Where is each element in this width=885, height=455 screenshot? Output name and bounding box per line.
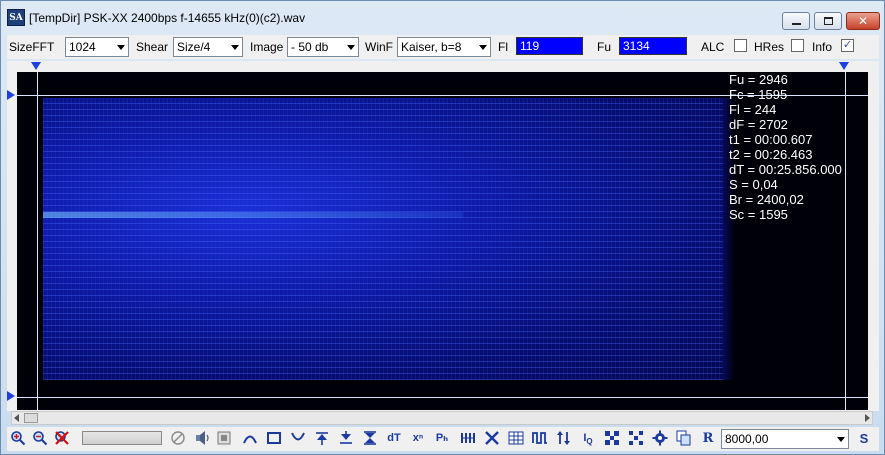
info-checkbox[interactable]: ✓ xyxy=(841,39,854,52)
minimize-icon xyxy=(792,23,801,25)
left-time-marker-icon[interactable] xyxy=(31,62,41,70)
circle-slash-icon[interactable] xyxy=(169,430,187,447)
zoom-value: 8000,00 xyxy=(725,432,769,446)
zoom-in-icon[interactable] xyxy=(9,430,27,447)
chevron-down-icon xyxy=(479,45,487,50)
chevron-down-icon xyxy=(837,437,845,442)
sizefft-label: SizeFFT xyxy=(9,40,55,54)
rect-icon[interactable] xyxy=(265,430,283,447)
sizefft-value: 1024 xyxy=(69,40,96,54)
speaker-icon[interactable] xyxy=(193,430,211,447)
close-button[interactable]: ✕ xyxy=(846,12,880,30)
grid-icon[interactable] xyxy=(507,430,525,447)
cross-icon[interactable] xyxy=(483,430,501,447)
check-mark-icon: ✓ xyxy=(842,39,853,51)
spectrogram-panel: Fu = 2946 Fc = 1595 Fl = 244 dF = 2702 t… xyxy=(7,61,879,411)
p-sub-h-icon[interactable]: Pₕ xyxy=(433,430,451,447)
minimize-button[interactable] xyxy=(782,12,810,30)
chevron-down-icon xyxy=(347,45,355,50)
image-select[interactable]: - 50 db xyxy=(287,37,359,57)
window-title: [TempDir] PSK-XX 2400bps f-14655 kHz(0)(… xyxy=(29,11,306,25)
shear-value: Size/4 xyxy=(177,40,211,54)
info-sc: Sc = 1595 xyxy=(729,207,788,222)
bars-icon[interactable] xyxy=(459,430,477,447)
title-bar[interactable]: SA [TempDir] PSK-XX 2400bps f-14655 kHz(… xyxy=(1,1,884,34)
winf-select[interactable]: Kaiser, b=8 xyxy=(397,37,491,57)
upper-freq-marker-icon[interactable] xyxy=(7,90,15,100)
info-label: Info xyxy=(812,40,833,54)
image-label: Image xyxy=(250,40,284,54)
scroll-thumb[interactable] xyxy=(24,413,38,423)
chevron-down-icon xyxy=(117,45,125,50)
right-time-marker-icon[interactable] xyxy=(839,62,849,70)
wave-icon[interactable] xyxy=(531,430,549,447)
info-fc: Fc = 1595 xyxy=(729,87,788,102)
chevron-down-icon xyxy=(231,45,239,50)
fl-input[interactable]: 119 xyxy=(516,37,583,55)
iq-icon[interactable]: IQ xyxy=(579,430,597,447)
maximize-button[interactable] xyxy=(814,12,842,30)
close-icon: ✕ xyxy=(857,14,869,28)
info-t2: t2 = 00:26.463 xyxy=(729,147,813,162)
hres-label: HRes xyxy=(754,40,785,54)
info-br: Br = 2400,02 xyxy=(729,192,804,207)
alc-label: ALC xyxy=(701,40,725,54)
arc-down-icon[interactable] xyxy=(289,430,307,447)
shear-label: Shear xyxy=(136,40,169,54)
lower-freq-cursor[interactable] xyxy=(17,397,868,398)
zoom-value-select[interactable]: 8000,00 xyxy=(721,429,849,449)
app-window: SA [TempDir] PSK-XX 2400bps f-14655 kHz(… xyxy=(0,0,885,455)
spectrum-signal-area xyxy=(43,98,723,380)
lower-freq-marker-icon[interactable] xyxy=(7,391,15,401)
marker-up-icon[interactable] xyxy=(313,430,331,447)
cancel-icon[interactable] xyxy=(53,430,71,447)
left-time-cursor[interactable] xyxy=(37,72,38,410)
info-fu: Fu = 2946 xyxy=(729,72,788,87)
s-button[interactable]: S xyxy=(855,430,873,447)
pattern-a-icon[interactable] xyxy=(603,430,621,447)
scroll-right-icon[interactable] xyxy=(865,414,870,422)
fu-label: Fu xyxy=(597,40,612,54)
hres-checkbox[interactable] xyxy=(791,39,804,52)
delta-t-icon[interactable]: dT xyxy=(385,430,403,447)
marker-down-icon[interactable] xyxy=(337,430,355,447)
fu-input[interactable]: 3134 xyxy=(619,37,687,55)
horizontal-scrollbar[interactable] xyxy=(11,411,873,425)
spectrogram-canvas[interactable]: Fu = 2946 Fc = 1595 Fl = 244 dF = 2702 t… xyxy=(17,72,868,410)
measurement-info-panel: Fu = 2946 Fc = 1595 Fl = 244 dF = 2702 t… xyxy=(729,72,868,222)
arc-up-icon[interactable] xyxy=(241,430,259,447)
pattern-b-icon[interactable] xyxy=(627,430,645,447)
iq-q: Q xyxy=(586,437,593,447)
updown-icon[interactable] xyxy=(555,430,573,447)
scroll-left-icon[interactable] xyxy=(14,414,19,422)
copy-icon[interactable] xyxy=(675,430,693,447)
info-dt: dT = 00:25.856.000 xyxy=(729,162,842,177)
info-df: dF = 2702 xyxy=(729,117,788,132)
spectrum-highlight-band xyxy=(43,212,463,218)
winf-label: WinF xyxy=(365,40,393,54)
winf-value: Kaiser, b=8 xyxy=(401,40,462,54)
r-icon[interactable]: R xyxy=(699,430,717,447)
app-logo-icon[interactable]: SA xyxy=(7,9,25,26)
maximize-icon xyxy=(824,17,833,25)
sizefft-select[interactable]: 1024 xyxy=(65,37,129,57)
info-fl: Fl = 244 xyxy=(729,102,777,117)
zoom-out-icon[interactable] xyxy=(31,430,49,447)
info-t1: t1 = 00:00.607 xyxy=(729,132,813,147)
shear-select[interactable]: Size/4 xyxy=(173,37,243,57)
x-power-icon[interactable]: xⁿ xyxy=(409,430,427,447)
marker-both-icon[interactable] xyxy=(361,430,379,447)
stop-square-icon[interactable] xyxy=(215,430,233,447)
info-s: S = 0,04 xyxy=(729,177,778,192)
progress-bar xyxy=(82,431,162,445)
fl-label: Fl xyxy=(498,40,508,54)
gear-icon[interactable] xyxy=(651,430,669,447)
alc-checkbox[interactable] xyxy=(734,39,747,52)
tools-toolbar: dT xⁿ Pₕ IQ R 8000,00 S xyxy=(7,427,879,451)
image-value: - 50 db xyxy=(291,40,329,54)
settings-toolbar: SizeFFT 1024 Shear Size/4 Image - 50 db … xyxy=(7,35,879,59)
